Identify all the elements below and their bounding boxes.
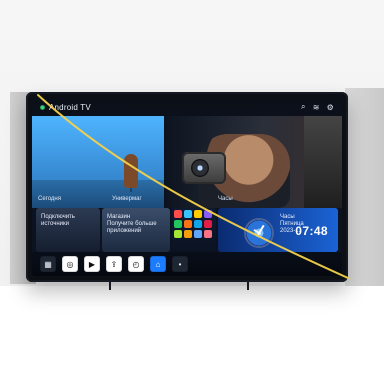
card-store-text: Магазин Получите больше приложений [107,214,165,235]
android-tv-brand: Android TV [40,103,91,112]
share-icon[interactable]: ⇪ [106,256,122,272]
app-tile[interactable] [204,210,212,218]
card-store-title: Магазин [107,214,131,220]
app-tile[interactable] [194,230,202,238]
home-icon[interactable]: ⌂ [150,256,166,272]
bottom-white-area [0,286,384,372]
hero-tile-left[interactable] [32,116,164,208]
app-tile[interactable] [194,210,202,218]
app-grid [174,210,214,246]
top-bar: Android TV ⌕ ≋ ⚙ [32,98,342,116]
android-logo-icon [40,104,45,110]
app-tile[interactable] [174,230,182,238]
bottom-dock: ▦ ◎ ▶ ⇪ ◴ ⌂ • [32,252,342,276]
app-tile[interactable] [184,210,192,218]
card-connect-sources[interactable]: Подключить источники [36,208,100,252]
app-tile[interactable] [204,230,212,238]
search-icon[interactable]: ⌕ [301,102,306,112]
card-connect-sources-text: Подключить источники [41,214,75,227]
camera-icon [182,152,226,184]
top-right-icons: ⌕ ≋ ⚙ [301,102,334,112]
clock-icon[interactable]: ◴ [128,256,144,272]
row-label-2: Универмаг [112,196,142,202]
app-tile[interactable] [184,220,192,228]
more-icon[interactable]: • [172,256,188,272]
hero-side-photo [304,116,342,208]
gear-icon[interactable]: ⚙ [327,103,334,112]
grid-icon[interactable]: ▦ [40,256,56,272]
clock-icon [244,218,274,248]
card-store-subtitle: Получите больше приложений [107,221,157,234]
card-clock[interactable]: Часы Пятница 2023-... 07:48 [218,208,338,252]
tv-screen: Android TV ⌕ ≋ ⚙ Сегодня Универмаг Часы … [32,98,342,276]
app-tile[interactable] [174,210,182,218]
dock-icons: ▦ ◎ ▶ ⇪ ◴ ⌂ • [40,256,188,272]
wifi-icon: ≋ [312,102,320,112]
card-store[interactable]: Магазин Получите больше приложений [102,208,170,252]
row-label-1: Сегодня [38,196,61,202]
clock-time: 07:48 [295,224,328,238]
app-tile[interactable] [174,220,182,228]
hero-person [124,154,138,188]
card-clock-title: Часы [280,214,295,220]
right-wall-shadow [345,88,384,286]
brand-text: Android TV [49,102,91,112]
app-tile[interactable] [194,220,202,228]
app-tile[interactable] [184,230,192,238]
play-icon[interactable]: ▶ [84,256,100,272]
hero-tile-right[interactable] [166,116,342,208]
row-label-3: Часы [218,196,233,202]
tv-frame: Android TV ⌕ ≋ ⚙ Сегодня Универмаг Часы … [26,92,348,282]
chrome-icon[interactable]: ◎ [62,256,78,272]
app-tile[interactable] [204,220,212,228]
